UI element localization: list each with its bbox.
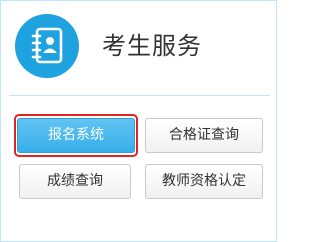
contact-book-icon [15,14,79,78]
teacher-certification-button[interactable]: 教师资格认定 [145,164,263,199]
header-divider [9,95,270,96]
panel-title: 考生服务 [102,32,202,60]
certificate-query-button[interactable]: 合格证查询 [145,118,263,153]
panel-header: 考生服务 [1,1,276,93]
exam-services-panel: 考生服务 报名系统 合格证查询 成绩查询 教师资格认定 [0,0,277,242]
registration-system-button[interactable]: 报名系统 [17,118,135,153]
score-query-button[interactable]: 成绩查询 [19,164,131,199]
